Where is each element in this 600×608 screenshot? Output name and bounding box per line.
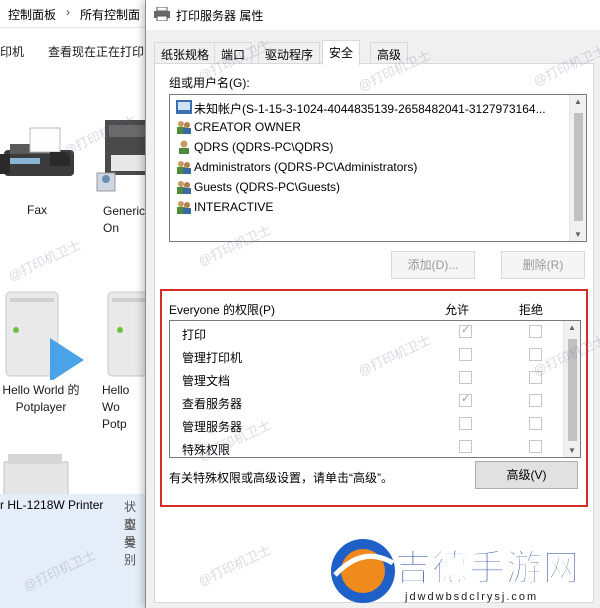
deny-checkbox[interactable] bbox=[529, 325, 542, 338]
permissions-scrollbar[interactable]: ▲ ▼ bbox=[563, 321, 580, 457]
allow-checkbox[interactable] bbox=[459, 348, 472, 361]
category-label: 类别 bbox=[124, 536, 137, 567]
deny-checkbox[interactable] bbox=[529, 440, 542, 453]
fax-label: Fax bbox=[26, 203, 47, 217]
potplayer-label-2: Hello Wo Potp bbox=[102, 383, 130, 431]
permission-name: 管理服务器 bbox=[182, 420, 243, 434]
group-icon bbox=[177, 201, 191, 214]
user-name: Guests (QDRS-PC\Guests) bbox=[194, 180, 341, 194]
deny-checkbox[interactable] bbox=[529, 371, 542, 384]
permissions-highlight: Everyone 的权限(P) 允许 拒绝 打印 ✓ 管理打印机 管理文档 查看… bbox=[160, 289, 588, 507]
permission-row: 特殊权限 bbox=[170, 436, 565, 457]
logo-url: jdwdwbsdclrysj.com bbox=[405, 591, 539, 603]
user-name: Administrators (QDRS-PC\Administrators) bbox=[194, 160, 418, 174]
breadcrumb-all-items[interactable]: 所有控制面 bbox=[80, 6, 140, 23]
user-icon bbox=[179, 140, 189, 154]
potplayer-device-1[interactable]: Hello World 的 Potplayer bbox=[0, 290, 85, 415]
permission-name: 管理打印机 bbox=[182, 351, 243, 365]
breadcrumb-control-panel[interactable]: 控制面板 bbox=[8, 6, 56, 23]
allow-checkbox[interactable] bbox=[459, 371, 472, 384]
printer-name: r HL-1218W Printer bbox=[0, 498, 104, 512]
fax-device[interactable]: Fax bbox=[0, 120, 80, 217]
unknown-account-icon bbox=[176, 100, 192, 114]
dialog-title: 打印服务器 属性 bbox=[176, 9, 264, 23]
printer-icon bbox=[154, 7, 170, 21]
allow-checkbox[interactable]: ✓ bbox=[459, 324, 472, 338]
group-icon bbox=[177, 121, 191, 134]
site-logo: 吉德手游网 jdwdwbsdclrysj.com bbox=[325, 535, 600, 608]
potplayer-device-2[interactable]: Hello Wo Potp bbox=[100, 290, 149, 431]
advanced-button[interactable]: 高级(V) bbox=[475, 461, 578, 489]
scroll-down-icon[interactable]: ▼ bbox=[574, 230, 582, 239]
user-name: INTERACTIVE bbox=[194, 200, 274, 214]
generic-printer-device[interactable]: Generic On bbox=[95, 115, 150, 235]
user-list-item[interactable]: CREATOR OWNER bbox=[174, 117, 566, 137]
user-list-item[interactable]: 未知帐户(S-1-15-3-1024-4044835139-2658482041… bbox=[174, 97, 566, 117]
permission-name: 查看服务器 bbox=[182, 397, 243, 411]
media-server-icon bbox=[107, 291, 149, 377]
logo-text: 吉德手游网 bbox=[394, 548, 581, 590]
tab-bar: 纸张规格 端口 驱动程序 安全 高级 bbox=[154, 40, 594, 65]
user-name: QDRS (QDRS-PC\QDRS) bbox=[194, 140, 334, 154]
tab-advanced[interactable]: 高级 bbox=[370, 42, 409, 64]
scroll-up-icon[interactable]: ▲ bbox=[568, 323, 576, 332]
permission-row: 管理服务器 bbox=[170, 413, 565, 436]
dialog-titlebar[interactable]: 打印服务器 属性 bbox=[146, 0, 600, 30]
user-name: 未知帐户(S-1-15-3-1024-4044835139-2658482041… bbox=[194, 102, 546, 116]
permission-row: 管理文档 bbox=[170, 367, 565, 390]
add-button[interactable]: 添加(D)... bbox=[391, 251, 475, 279]
allow-checkbox[interactable] bbox=[459, 440, 472, 453]
media-server-icon bbox=[5, 291, 84, 382]
permissions-label: Everyone 的权限(P) bbox=[169, 303, 276, 317]
tab-drivers[interactable]: 驱动程序 bbox=[258, 42, 321, 64]
permission-row: 查看服务器 ✓ bbox=[170, 390, 565, 413]
checkmark-icon: ✓ bbox=[461, 324, 471, 336]
scroll-thumb[interactable] bbox=[574, 113, 583, 221]
user-list-scrollbar[interactable]: ▲ ▼ bbox=[569, 95, 586, 241]
allow-column-header: 允许 bbox=[445, 303, 470, 317]
tab-security[interactable]: 安全 bbox=[322, 40, 361, 65]
permission-name: 特殊权限 bbox=[182, 443, 231, 457]
checkmark-icon: ✓ bbox=[461, 393, 471, 405]
user-list-item[interactable]: QDRS (QDRS-PC\QDRS) bbox=[174, 137, 566, 157]
deny-column-header: 拒绝 bbox=[519, 303, 544, 317]
scroll-down-icon[interactable]: ▼ bbox=[568, 446, 576, 455]
groups-label: 组或用户名(G): bbox=[169, 76, 250, 90]
group-icon bbox=[177, 181, 191, 194]
toolbar-add-printer[interactable]: 印机 bbox=[0, 43, 24, 60]
deny-checkbox[interactable] bbox=[529, 394, 542, 407]
allow-checkbox[interactable] bbox=[459, 417, 472, 430]
scroll-up-icon[interactable]: ▲ bbox=[574, 97, 582, 106]
deny-checkbox[interactable] bbox=[529, 348, 542, 361]
permission-row: 打印 ✓ bbox=[170, 321, 565, 344]
permission-name: 打印 bbox=[182, 328, 207, 342]
permission-row: 管理打印机 bbox=[170, 344, 565, 367]
scroll-thumb[interactable] bbox=[568, 339, 577, 441]
fax-icon bbox=[0, 127, 74, 176]
tab-ports[interactable]: 端口 bbox=[214, 42, 253, 64]
user-name: CREATOR OWNER bbox=[194, 120, 301, 134]
chevron-right-icon: › bbox=[66, 5, 70, 19]
tab-paper-size[interactable]: 纸张规格 bbox=[154, 42, 217, 64]
permissions-list[interactable]: 打印 ✓ 管理打印机 管理文档 查看服务器 ✓ 管理服务器 特殊权限 ▲ ▼ bbox=[169, 320, 581, 458]
print-server-properties-dialog: 打印服务器 属性 纸张规格 端口 驱动程序 安全 高级 组或用户名(G): 未知… bbox=[145, 0, 600, 608]
permission-name: 管理文档 bbox=[182, 374, 231, 388]
potplayer-label-1: Hello World 的 Potplayer bbox=[2, 383, 80, 414]
user-list-item[interactable]: INTERACTIVE bbox=[174, 197, 566, 217]
user-list[interactable]: 未知帐户(S-1-15-3-1024-4044835139-2658482041… bbox=[169, 94, 587, 242]
deny-checkbox[interactable] bbox=[529, 417, 542, 430]
toolbar-see-whats-printing[interactable]: 查看现在正在打印 bbox=[48, 43, 144, 60]
logo-emblem-icon bbox=[331, 539, 395, 603]
remove-button[interactable]: 删除(R) bbox=[501, 251, 585, 279]
user-list-item[interactable]: Administrators (QDRS-PC\Administrators) bbox=[174, 157, 566, 177]
printer-icon bbox=[96, 120, 150, 192]
details-pane: r HL-1218W Printer 状态 型号 类别 bbox=[0, 494, 145, 608]
group-icon bbox=[177, 161, 191, 174]
advanced-note: 有关特殊权限或高级设置，请单击“高级”。 bbox=[169, 471, 393, 485]
security-tab-panel: 组或用户名(G): 未知帐户(S-1-15-3-1024-4044835139-… bbox=[154, 63, 594, 603]
allow-checkbox[interactable]: ✓ bbox=[459, 393, 472, 407]
user-list-item[interactable]: Guests (QDRS-PC\Guests) bbox=[174, 177, 566, 197]
